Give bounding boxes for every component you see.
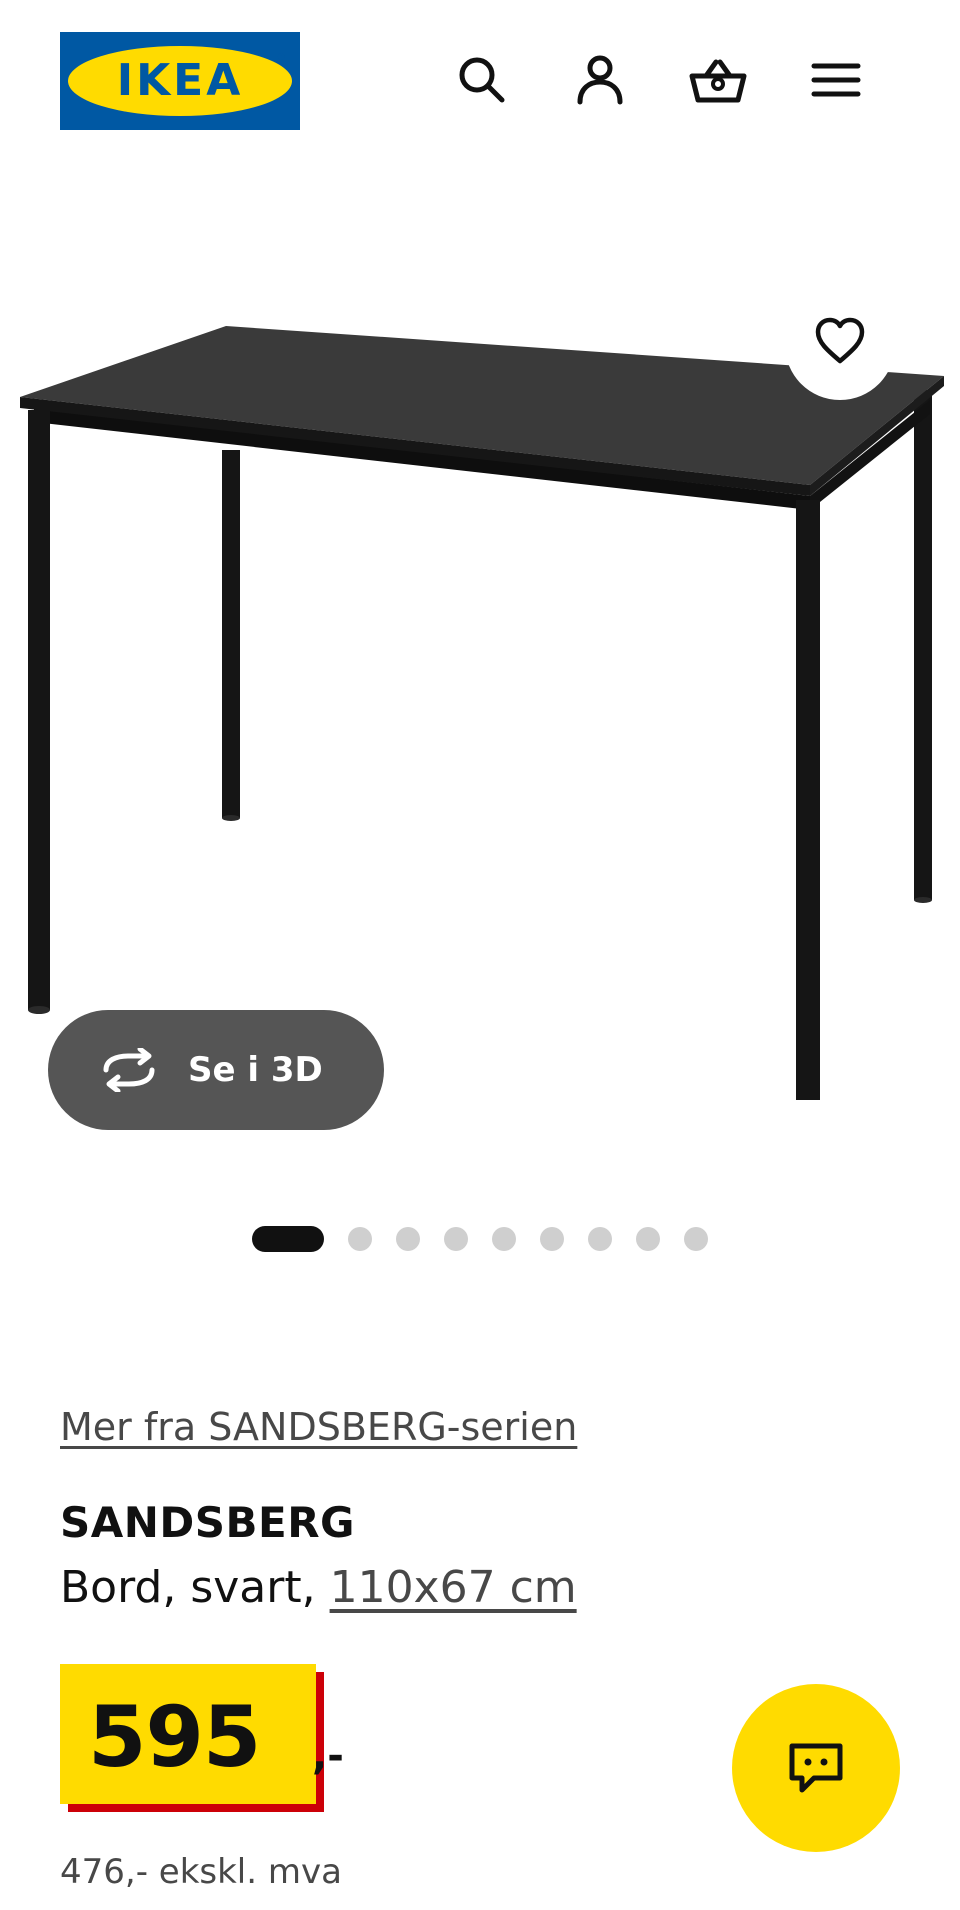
product-description: Bord, svart, 110x67 cm bbox=[60, 1560, 577, 1616]
product-size-link[interactable]: 110x67 cm bbox=[330, 1562, 577, 1613]
add-to-favorites-button[interactable] bbox=[785, 290, 895, 400]
rotate-3d-icon bbox=[103, 1048, 155, 1092]
gallery-dot[interactable] bbox=[348, 1227, 372, 1251]
gallery-dot[interactable] bbox=[588, 1227, 612, 1251]
gallery-dot[interactable] bbox=[636, 1227, 660, 1251]
price-suffix: ,- bbox=[312, 1733, 344, 1779]
product-name: SANDSBERG bbox=[60, 1498, 356, 1547]
view-in-3d-button[interactable]: Se i 3D bbox=[48, 1010, 384, 1130]
search-icon[interactable] bbox=[452, 50, 512, 110]
gallery-dot[interactable] bbox=[492, 1227, 516, 1251]
gallery-dot-active[interactable] bbox=[252, 1226, 324, 1252]
heart-icon bbox=[815, 317, 865, 364]
menu-icon[interactable] bbox=[806, 50, 866, 110]
gallery-dot[interactable] bbox=[444, 1227, 468, 1251]
price-tag: 595 ,- bbox=[60, 1664, 344, 1812]
basket-icon[interactable] bbox=[688, 50, 748, 110]
logo-registered-mark: ® bbox=[276, 52, 286, 63]
chat-icon bbox=[789, 1743, 843, 1793]
user-icon[interactable] bbox=[570, 50, 630, 110]
view-in-3d-label: Se i 3D bbox=[188, 1050, 323, 1090]
logo-text: IKEA bbox=[116, 55, 244, 106]
ikea-logo[interactable]: IKEA ® bbox=[60, 32, 300, 130]
product-description-text: Bord, svart, bbox=[60, 1562, 330, 1613]
gallery-dot[interactable] bbox=[396, 1227, 420, 1251]
gallery-dot[interactable] bbox=[540, 1227, 564, 1251]
site-header: IKEA ® bbox=[0, 0, 960, 160]
series-link[interactable]: Mer fra SANDSBERG-serien bbox=[60, 1402, 577, 1452]
gallery-pagination bbox=[0, 1226, 960, 1252]
gallery-dot[interactable] bbox=[684, 1227, 708, 1251]
price-value: 595 bbox=[88, 1688, 261, 1786]
chat-button[interactable] bbox=[732, 1684, 900, 1852]
price-excluding-vat: 476,- ekskl. mva bbox=[60, 1852, 342, 1892]
